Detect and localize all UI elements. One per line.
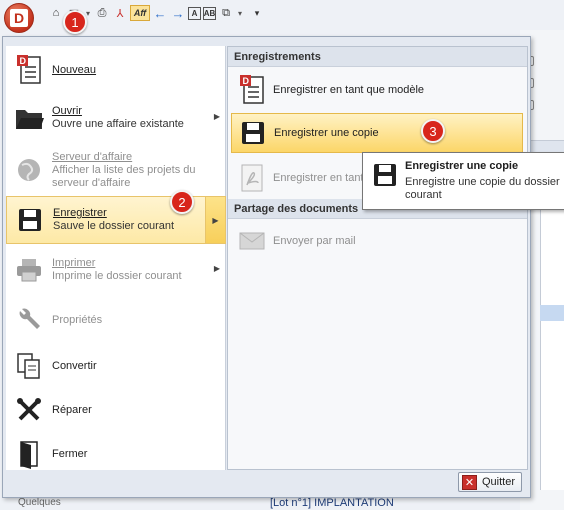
tooltip-title: Enregistrer une copie bbox=[405, 160, 519, 172]
pdf-icon[interactable]: ⅄ bbox=[112, 5, 128, 21]
server-globe-icon bbox=[12, 153, 46, 187]
save-as-pdf-label: Enregistrer en tant bbox=[273, 172, 364, 184]
save-disk-icon bbox=[236, 116, 270, 150]
print-preview-icon[interactable]: ⎙ bbox=[94, 5, 110, 21]
application-menu: D Nouveau Ouvrir Ouvre une affaire exist… bbox=[2, 36, 531, 498]
menu-item-description: Afficher la liste des projets du bbox=[52, 163, 196, 176]
svg-text:D: D bbox=[243, 76, 250, 86]
menu-item-label: Imprimer bbox=[52, 257, 96, 269]
tooltip-description: Enregistre une copie du dossier courant bbox=[405, 176, 560, 201]
send-by-mail-item[interactable]: Envoyer par mail bbox=[231, 221, 523, 261]
menu-item-ouvrir[interactable]: Ouvrir Ouvre une affaire existante ▶ bbox=[6, 94, 226, 142]
save-copy-item[interactable]: Enregistrer une copie bbox=[231, 113, 523, 153]
menu-item-label: Nouveau bbox=[52, 63, 97, 76]
background-tree-list bbox=[540, 200, 564, 490]
menu-item-label: Ouvrir bbox=[52, 105, 82, 117]
menu-item-label: Enregistrer bbox=[53, 207, 107, 219]
home-icon[interactable]: ⌂ bbox=[48, 5, 64, 21]
background-selected-row bbox=[540, 305, 564, 321]
close-icon: ✕ bbox=[462, 474, 477, 490]
menu-item-label: Convertir bbox=[52, 359, 97, 372]
step-badge-3: 3 bbox=[421, 119, 445, 143]
section-header-enregistrements: Enregistrements bbox=[228, 47, 527, 67]
save-submenu-panel: Enregistrements D Enregistrer en tant qu… bbox=[227, 46, 528, 470]
step-badge-1: 1 bbox=[63, 10, 87, 34]
pdf-icon bbox=[235, 161, 269, 195]
field-a-icon[interactable]: A bbox=[188, 6, 201, 20]
field-ab-icon[interactable]: AB bbox=[203, 6, 216, 20]
menu-commands-column: D Nouveau Ouvrir Ouvre une affaire exist… bbox=[6, 46, 226, 470]
submenu-arrow-icon[interactable]: ▶ bbox=[205, 197, 225, 243]
printer-icon bbox=[12, 253, 46, 287]
window-layout-icon[interactable]: ⧉ bbox=[218, 5, 234, 21]
save-as-template-item[interactable]: D Enregistrer en tant que modèle bbox=[231, 70, 523, 110]
menu-item-description: Ouvre une affaire existante bbox=[52, 118, 184, 130]
quit-button[interactable]: ✕ Quitter bbox=[458, 472, 522, 492]
aff-button[interactable]: Aff bbox=[130, 5, 150, 21]
wrench-icon bbox=[12, 303, 46, 337]
menu-item-nouveau[interactable]: D Nouveau bbox=[6, 46, 226, 94]
save-disk-icon bbox=[13, 203, 47, 237]
save-as-template-label: Enregistrer en tant que modèle bbox=[273, 84, 425, 96]
background-tree-item: [Lot n°1] IMPLANTATION bbox=[270, 497, 394, 509]
repair-tools-icon bbox=[12, 393, 46, 427]
menu-item-label: Serveur d'affaire bbox=[52, 150, 133, 163]
layout-dropdown-icon[interactable]: ▾ bbox=[236, 5, 244, 21]
menu-item-label: Réparer bbox=[52, 403, 92, 416]
new-document-icon: D bbox=[12, 53, 46, 87]
app-logo-letter: D bbox=[10, 9, 28, 27]
menu-item-imprimer[interactable]: Imprimer Imprime le dossier courant ▶ bbox=[6, 246, 226, 294]
back-arrow-icon[interactable]: ← bbox=[152, 5, 168, 21]
forward-arrow-icon[interactable]: → bbox=[170, 5, 186, 21]
menu-item-description: serveur d'affaire bbox=[52, 176, 131, 189]
envelope-icon bbox=[235, 224, 269, 258]
menu-item-convertir[interactable]: Convertir bbox=[6, 342, 226, 390]
menu-item-proprietes[interactable]: Propriétés bbox=[6, 296, 226, 344]
menu-item-fermer[interactable]: Fermer bbox=[6, 430, 226, 478]
save-copy-label: Enregistrer une copie bbox=[274, 127, 379, 139]
menu-item-label: Propriétés bbox=[52, 313, 103, 326]
menu-item-reparer[interactable]: Réparer bbox=[6, 386, 226, 434]
save-copy-tooltip: Enregistrer une copie Enregistre une cop… bbox=[362, 152, 564, 210]
send-by-mail-label: Envoyer par mail bbox=[273, 235, 356, 247]
convert-documents-icon bbox=[12, 349, 46, 383]
step-badge-2: 2 bbox=[170, 190, 194, 214]
menu-item-serveur-affaire[interactable]: Serveur d'affaire Afficher la liste des … bbox=[6, 144, 226, 196]
submenu-arrow-icon: ▶ bbox=[213, 112, 220, 121]
customize-toolbar-icon[interactable]: ▾ bbox=[252, 5, 262, 21]
exit-door-icon bbox=[12, 437, 46, 471]
template-document-icon: D bbox=[235, 73, 269, 107]
submenu-arrow-icon: ▶ bbox=[213, 264, 220, 273]
menu-item-description: Imprime le dossier courant bbox=[52, 270, 182, 282]
menu-item-label: Fermer bbox=[52, 447, 88, 460]
background-left-item: Quelques bbox=[18, 497, 61, 508]
application-menu-button[interactable]: D bbox=[4, 3, 34, 33]
quit-button-label: Quitter bbox=[482, 476, 516, 488]
save-disk-icon bbox=[369, 159, 401, 191]
svg-text:D: D bbox=[20, 56, 27, 66]
open-folder-icon bbox=[12, 101, 46, 135]
menu-item-description: Sauve le dossier courant bbox=[53, 220, 175, 232]
